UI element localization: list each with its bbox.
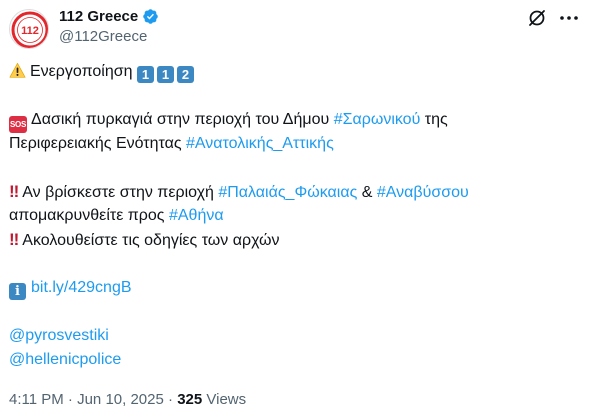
warning-icon bbox=[9, 62, 26, 78]
author-display-name-row[interactable]: 112 Greece bbox=[59, 8, 159, 25]
fire-text: Δασική πυρκαγιά στην περιοχή του Δήμου bbox=[31, 111, 334, 128]
instructions-text: Ακολουθείστε τις οδηγίες των αρχών bbox=[22, 232, 280, 249]
area-text: Αν βρίσκεστε στην περιοχή bbox=[22, 184, 219, 201]
hashtag-saronikou-link[interactable]: #Σαρωνικού bbox=[334, 111, 421, 128]
fire-text-after: της bbox=[420, 111, 448, 128]
tweet-line-activation: Ενεργοποίηση 112 bbox=[9, 60, 579, 84]
tweet-line-region: Περιφερειακής Ενότητας #Ανατολικής_Αττικ… bbox=[9, 132, 579, 156]
double-exclamation-icon: ‼ bbox=[9, 182, 19, 201]
hashtag-athina-link[interactable]: #Αθήνα bbox=[169, 207, 224, 224]
post-date[interactable]: Jun 10, 2025 bbox=[77, 391, 164, 408]
keycap-two-icon: 2 bbox=[176, 66, 194, 83]
views-label: Views bbox=[202, 391, 247, 408]
activation-text: Ενεργοποίηση bbox=[30, 63, 133, 80]
tweet-line-area: ‼ Αν βρίσκεστε στην περιοχή #Παλαιάς_Φώκα… bbox=[9, 180, 579, 204]
tweet-line-instructions: ‼ Ακολουθείστε τις οδηγίες των αρχών bbox=[9, 228, 579, 252]
post-time[interactable]: 4:11 PM bbox=[9, 391, 64, 408]
more-options-icon[interactable] bbox=[558, 8, 580, 28]
author-handle[interactable]: @112Greece bbox=[59, 28, 147, 45]
meta-separator: · bbox=[163, 391, 178, 408]
author-display-name[interactable]: 112 Greece bbox=[59, 8, 138, 25]
views-count: 325 bbox=[177, 391, 203, 408]
tweet-line-evacuate: απομακρυνθείτε προς #Αθήνα bbox=[9, 204, 579, 228]
hashtag-anavyssou-link[interactable]: #Αναβύσσου bbox=[377, 184, 469, 201]
tweet[interactable]: 112 112 Greece @112Greece Ενεργοποίηση 1… bbox=[0, 0, 592, 419]
grok-icon[interactable] bbox=[527, 8, 547, 28]
information-icon: i bbox=[9, 283, 26, 300]
mention-hellenicpolice-link[interactable]: @hellenicpolice bbox=[9, 351, 121, 368]
meta-separator: · bbox=[63, 391, 78, 408]
hashtag-palaias-fokaias-link[interactable]: #Παλαιάς_Φώκαιας bbox=[218, 184, 357, 201]
tweet-line-link: i bit.ly/429cngB bbox=[9, 276, 579, 300]
area-ampersand: & bbox=[357, 184, 377, 201]
hashtag-anatolikis-attikis-link[interactable]: #Ανατολικής_Αττικής bbox=[186, 135, 334, 152]
tweet-text: Ενεργοποίηση 112 SOS Δασική πυρκαγιά στην… bbox=[9, 60, 579, 372]
avatar-logo-icon: 112 bbox=[11, 11, 48, 48]
tweet-line-mention-fire: @pyrosvestiki bbox=[9, 324, 579, 348]
bitly-link[interactable]: bit.ly/429cngB bbox=[31, 279, 132, 296]
tweet-line-fire: SOS Δασική πυρκαγιά στην περιοχή του Δήμο… bbox=[9, 108, 579, 133]
sos-icon: SOS bbox=[9, 116, 27, 133]
keycap-one-icon: 1 bbox=[136, 66, 154, 83]
mention-pyrosvestiki-link[interactable]: @pyrosvestiki bbox=[9, 327, 109, 344]
keycap-one-icon: 1 bbox=[156, 66, 174, 83]
evacuate-text: απομακρυνθείτε προς bbox=[9, 207, 169, 224]
double-exclamation-icon: ‼ bbox=[9, 230, 19, 249]
avatar-logo-text: 112 bbox=[21, 25, 39, 37]
avatar[interactable]: 112 bbox=[9, 9, 49, 49]
region-text: Περιφερειακής Ενότητας bbox=[9, 135, 187, 152]
tweet-line-mention-police: @hellenicpolice bbox=[9, 348, 579, 372]
verified-badge-icon bbox=[143, 9, 159, 24]
tweet-meta: 4:11 PM · Jun 10, 2025 · 325 Views bbox=[9, 391, 246, 408]
